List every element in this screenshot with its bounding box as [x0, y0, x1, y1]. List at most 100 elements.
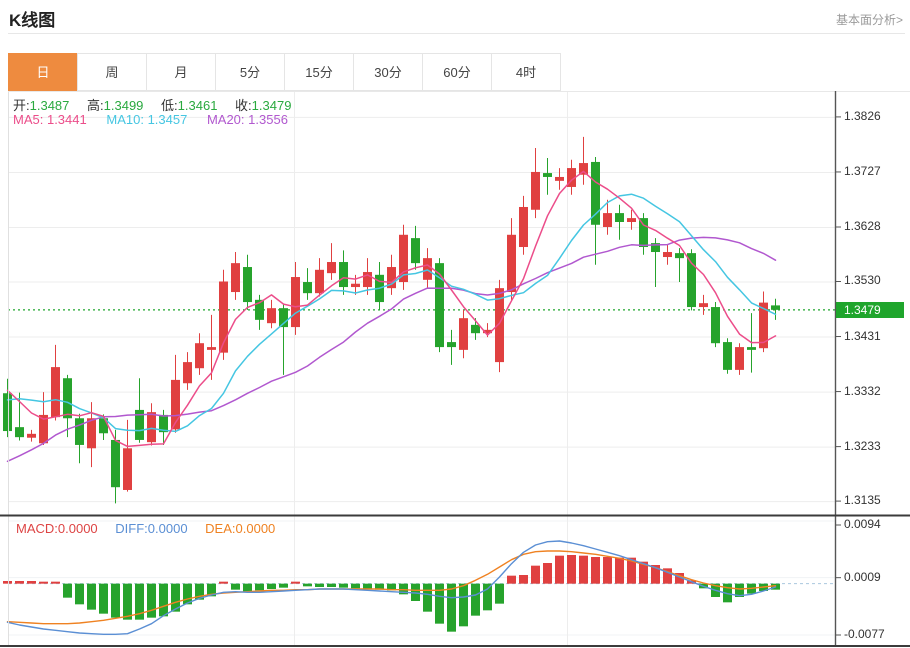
candle	[387, 255, 396, 295]
candle	[459, 310, 468, 358]
dea-label: DEA:	[205, 521, 235, 536]
candle	[315, 258, 324, 296]
macd-bar	[555, 556, 564, 584]
price-axis-label: 1.3628	[844, 219, 881, 233]
candle	[27, 430, 36, 442]
macd-label: MACD:	[16, 521, 58, 536]
macd-axis-label: -0.0077	[844, 627, 885, 641]
macd-bar	[219, 582, 228, 584]
candle	[3, 379, 12, 437]
macd-axis-label: 0.0094	[844, 517, 881, 531]
candle	[327, 243, 336, 280]
macd-bar	[471, 584, 480, 616]
candle	[219, 270, 228, 360]
candle	[723, 338, 732, 374]
close-label: 收:	[235, 98, 252, 113]
candle	[663, 245, 672, 265]
macd-bar	[99, 584, 108, 614]
candle	[243, 255, 252, 310]
candle	[171, 355, 180, 433]
macd-bar	[423, 584, 432, 612]
candle	[183, 352, 192, 390]
macd-bar	[51, 582, 60, 584]
diff-value: 0.0000	[148, 521, 188, 536]
price-axis-label: 1.3431	[844, 329, 881, 343]
ma10-line	[8, 194, 776, 431]
gridlines	[8, 92, 835, 645]
candle	[447, 330, 456, 365]
macd-bar	[543, 563, 552, 584]
candle	[231, 252, 240, 300]
candle	[411, 226, 420, 270]
candle	[531, 148, 540, 218]
high-value: 1.3499	[104, 98, 144, 113]
kline-widget: K线图 基本面分析> 日周月5分15分30分60分4时 开:1.3487 高:1…	[0, 0, 910, 648]
macd-bar	[3, 581, 12, 584]
macd-bar	[315, 584, 324, 587]
macd-bar	[567, 555, 576, 584]
macd-bar	[111, 584, 120, 618]
low-label: 低:	[161, 98, 178, 113]
macd-bar	[483, 584, 492, 611]
macd-bar	[87, 584, 96, 610]
candlestick-series	[3, 137, 780, 503]
ma-lines	[8, 171, 776, 461]
macd-bar	[159, 584, 168, 617]
current-price-badge: 1.3479	[836, 302, 904, 318]
price-axis-label: 1.3530	[844, 273, 881, 287]
ma20-value: 1.3556	[248, 112, 288, 127]
macd-bar	[447, 584, 456, 632]
close-value: 1.3479	[252, 98, 292, 113]
ma20-label: MA20:	[207, 112, 245, 127]
candle	[735, 343, 744, 375]
macd-bar	[363, 584, 372, 589]
macd-bar	[39, 582, 48, 584]
ma10-label: MA10:	[106, 112, 144, 127]
candle	[51, 345, 60, 421]
macd-bar	[531, 566, 540, 584]
macd-bar	[15, 581, 24, 584]
candle	[771, 299, 780, 320]
macd-bar	[327, 584, 336, 587]
macd-bar	[123, 584, 132, 620]
candle	[699, 295, 708, 315]
price-axis-label: 1.3332	[844, 384, 881, 398]
macd-bar	[507, 576, 516, 584]
candle	[135, 378, 144, 442]
macd-bar	[231, 584, 240, 590]
candle	[207, 315, 216, 380]
price-axis-label: 1.3233	[844, 439, 881, 453]
candle	[147, 403, 156, 445]
candle	[543, 158, 552, 195]
macd-bar	[279, 584, 288, 588]
candle	[519, 196, 528, 255]
macd-axis-label: 0.0009	[844, 570, 881, 584]
macd-bar	[75, 584, 84, 605]
diff-label: DIFF:	[115, 521, 148, 536]
low-value: 1.3461	[178, 98, 218, 113]
macd-bar	[303, 584, 312, 587]
candle	[375, 262, 384, 310]
macd-bar	[27, 581, 36, 584]
macd-bar	[603, 557, 612, 584]
macd-bar	[495, 584, 504, 604]
macd-bar	[291, 582, 300, 584]
macd-bar	[339, 584, 348, 588]
candle	[675, 248, 684, 282]
chart-frame	[0, 91, 910, 646]
price-axis-label: 1.3135	[844, 493, 881, 507]
candle	[579, 137, 588, 185]
ma10-value: 1.3457	[148, 112, 188, 127]
high-label: 高:	[87, 98, 104, 113]
dea-value: 0.0000	[236, 521, 276, 536]
macd-value: 0.0000	[58, 521, 98, 536]
candle	[303, 268, 312, 300]
candle	[15, 393, 24, 441]
open-label: 开:	[13, 98, 30, 113]
candle	[555, 168, 564, 190]
macd-bar	[147, 584, 156, 618]
price-axis-label: 1.3727	[844, 164, 881, 178]
macd-bar	[243, 584, 252, 592]
candle	[615, 205, 624, 240]
macd-bar	[267, 584, 276, 589]
